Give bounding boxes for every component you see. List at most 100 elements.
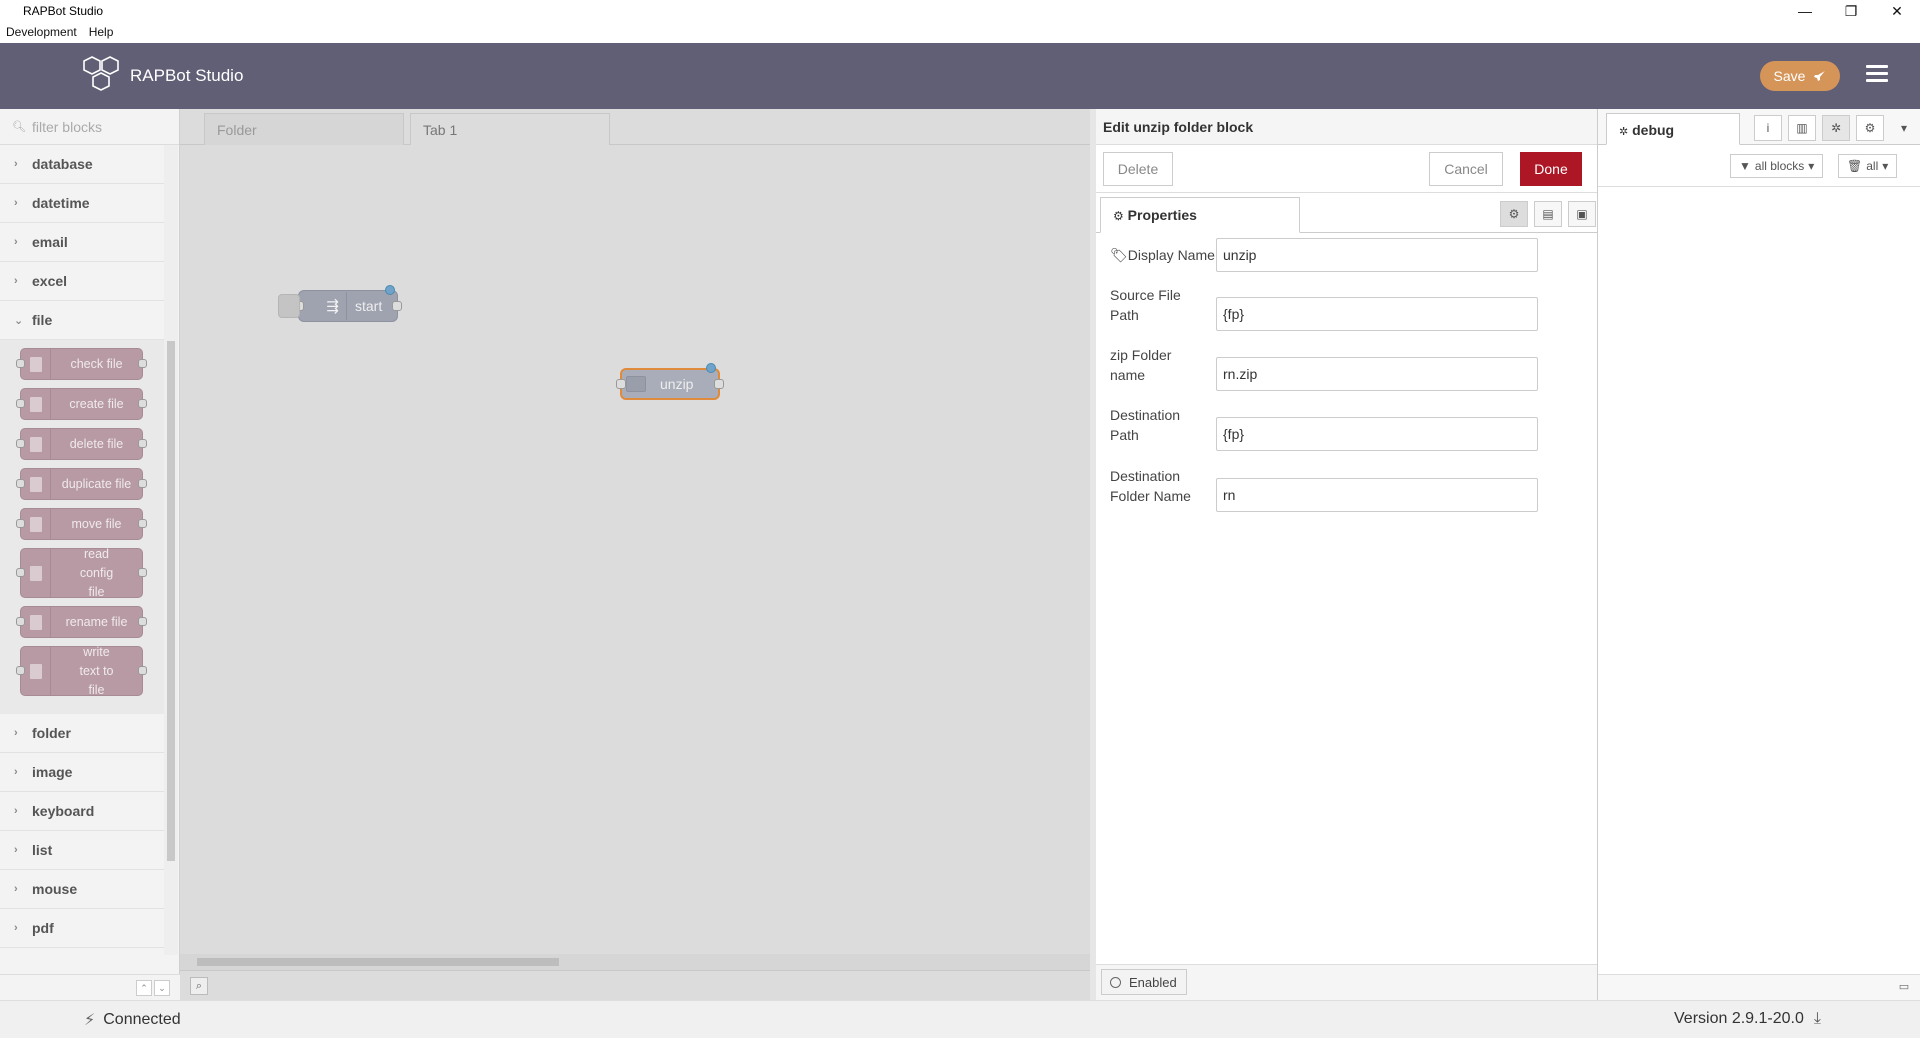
category-image[interactable]: › image [0, 753, 164, 792]
tab-properties[interactable]: ⚙ Properties [1100, 197, 1300, 233]
category-database[interactable]: › database [0, 145, 164, 184]
destination-path-label: Destination Path [1110, 407, 1181, 443]
menu-development[interactable]: Development [0, 22, 83, 43]
chevron-down-icon[interactable]: ▾ [1890, 115, 1918, 141]
display-name-input[interactable]: unzip [1216, 238, 1538, 272]
trash-icon: 🗑︎ [1847, 159, 1863, 173]
node-start[interactable]: ⇶ start [294, 285, 402, 322]
display-name-label: 🏷︎Display Name [1110, 245, 1218, 265]
source-file-path-input[interactable]: {fp} [1216, 297, 1538, 331]
node-label: start [355, 298, 383, 314]
delete-button[interactable]: Delete [1103, 152, 1173, 186]
save-button[interactable]: Save [1760, 61, 1840, 91]
version-info: Version 2.9.1-20.0 ⤓ [1674, 1010, 1821, 1028]
file-icon [21, 607, 51, 637]
close-window-button[interactable]: ✕ [1874, 0, 1920, 22]
tag-icon: 🏷︎ [1110, 247, 1128, 263]
bug-icon[interactable]: ✲ [1822, 115, 1850, 141]
palette-block-read-config-file[interactable]: read config file [16, 547, 147, 599]
tray-title: Edit unzip folder block [1096, 109, 1597, 145]
settings-gear-icon[interactable]: ⚙ [1500, 201, 1528, 227]
category-pdf[interactable]: › pdf [0, 909, 164, 948]
workspace-hscrollbar[interactable] [180, 954, 1090, 970]
node-start-left-handle [278, 294, 300, 318]
palette-block-create-file[interactable]: create file [16, 388, 147, 420]
chevron-right-icon: › [14, 197, 18, 209]
tab-tab-1[interactable]: Tab 1 [410, 113, 610, 145]
category-label: list [32, 842, 53, 858]
category-file[interactable]: ⌄ file [0, 301, 164, 340]
palette-list: › database › datetime › email › excel ⌄ file … [0, 145, 164, 955]
category-label: excel [32, 273, 68, 289]
palette-block-check-file[interactable]: check file [16, 348, 147, 380]
download-icon[interactable]: ⤓ [1814, 1010, 1821, 1028]
category-label: email [32, 234, 68, 250]
info-icon[interactable]: i [1754, 115, 1782, 141]
file-icon [21, 469, 51, 499]
filter-icon: ▼ [1739, 159, 1751, 173]
circle-icon [1110, 976, 1121, 988]
debug-filter-select[interactable]: ▼ all blocks ▾ [1730, 154, 1824, 178]
enabled-toggle[interactable]: Enabled [1101, 969, 1187, 995]
cancel-button[interactable]: Cancel [1429, 152, 1503, 186]
field-source-file-path: Source File Path {fp} [1110, 285, 1590, 331]
chevron-down-icon: ⌄ [14, 314, 24, 327]
tab-folder[interactable]: Folder [204, 113, 404, 145]
category-label: file [32, 312, 53, 328]
window-titlebar: RAPBot Studio — ❐ ✕ [0, 0, 1920, 22]
category-label: folder [32, 725, 71, 741]
book-icon[interactable]: ▥ [1788, 115, 1816, 141]
gear-icon[interactable]: ⚙ [1856, 115, 1884, 141]
zip-folder-name-input[interactable]: rn.zip [1216, 357, 1538, 391]
category-email[interactable]: › email [0, 223, 164, 262]
chevron-right-icon: › [14, 158, 18, 170]
menubar: Development Help [0, 22, 1920, 43]
tab-debug[interactable]: ✲ debug [1606, 113, 1740, 145]
palette-scroll-thumb[interactable] [167, 341, 175, 861]
destination-path-input[interactable]: {fp} [1216, 417, 1538, 451]
palette-block-delete-file[interactable]: delete file [16, 428, 147, 460]
palette-block-duplicate-file[interactable]: duplicate file [16, 468, 147, 500]
category-keyboard[interactable]: › keyboard [0, 792, 164, 831]
tab-label: debug [1632, 122, 1675, 138]
palette-filter[interactable]: 🔍︎ filter blocks [0, 109, 179, 145]
monitor-icon[interactable]: ▭ [1896, 980, 1912, 996]
chevron-right-icon: › [14, 275, 18, 287]
search-icon[interactable]: ⌕ [190, 977, 208, 995]
restore-button[interactable]: ❐ [1828, 0, 1874, 22]
category-label: keyboard [32, 803, 95, 819]
chevron-right-icon: › [14, 883, 18, 895]
done-button[interactable]: Done [1520, 152, 1582, 186]
palette-block-write-text-to-file[interactable]: write text to file [16, 645, 147, 697]
category-excel[interactable]: › excel [0, 262, 164, 301]
category-folder[interactable]: › folder [0, 714, 164, 753]
palette-block-move-file[interactable]: move file [16, 508, 147, 540]
document-icon[interactable]: ▤ [1534, 201, 1562, 227]
appearance-icon[interactable]: ▣ [1568, 201, 1596, 227]
field-destination-path: Destination Path {fp} [1110, 405, 1590, 451]
chevron-right-icon: › [14, 844, 18, 856]
node-unzip[interactable]: unzip [616, 363, 724, 400]
palette-scrollbar[interactable] [164, 145, 178, 955]
category-datetime[interactable]: › datetime [0, 184, 164, 223]
destination-folder-name-input[interactable]: rn [1216, 478, 1538, 512]
connection-status: ⚡ Connected [84, 1010, 181, 1030]
minimize-button[interactable]: — [1782, 0, 1828, 22]
category-label: image [32, 764, 73, 780]
category-list[interactable]: › list [0, 831, 164, 870]
main-menu-icon[interactable] [1866, 65, 1888, 85]
status-bar: ⚡ Connected Version 2.9.1-20.0 ⤓ [0, 1000, 1920, 1038]
workspace-scroll-thumb[interactable] [197, 958, 559, 966]
arrow-icon: ⇶ [319, 292, 347, 320]
debug-clear-select[interactable]: 🗑︎ all ▾ [1838, 154, 1898, 178]
category-mouse[interactable]: › mouse [0, 870, 164, 909]
block-label: delete file [69, 437, 124, 451]
expand-all-icon[interactable]: ⌄ [154, 980, 170, 996]
category-label: mouse [32, 881, 78, 897]
file-icon [21, 429, 51, 459]
node-label: unzip [660, 376, 694, 392]
file-icon [21, 549, 51, 597]
menu-help[interactable]: Help [83, 22, 120, 43]
palette-block-rename-file[interactable]: rename file [16, 606, 147, 638]
collapse-all-icon[interactable]: ⌃ [136, 980, 152, 996]
